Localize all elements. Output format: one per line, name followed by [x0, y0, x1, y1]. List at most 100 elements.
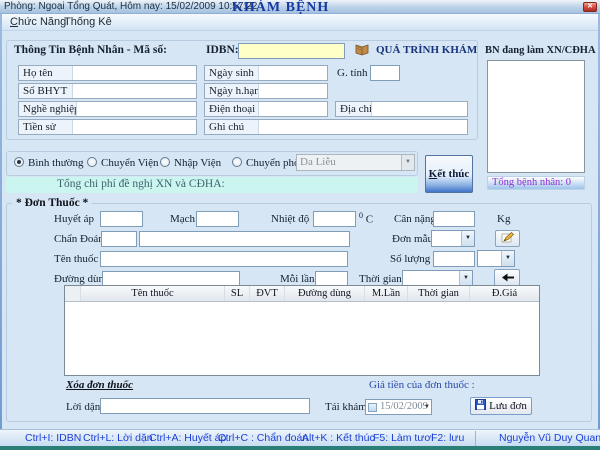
ngay-sinh-input[interactable] — [259, 66, 327, 80]
kg-label: Kg — [497, 213, 510, 225]
revisit-date-value: 15/02/2009 — [380, 401, 428, 412]
user-name: Nguyễn Vũ Duy Quang — [499, 432, 600, 444]
chevron-down-icon: ▼ — [501, 251, 514, 266]
ket-thuc-button[interactable]: Kết thúc — [425, 155, 473, 193]
total-patients-badge: Tổng bệnh nhân: 0 — [487, 176, 585, 190]
add-medicine-button[interactable] — [494, 269, 520, 286]
close-icon: ✕ — [587, 3, 593, 10]
nghe-nghiep-label: Nghề nghiệp — [19, 102, 77, 116]
chevron-down-icon: ▼ — [401, 155, 414, 170]
radio-chuyen-phong[interactable] — [232, 157, 242, 167]
status-bar-divider — [475, 431, 476, 446]
ghi-chu-label: Ghi chú — [205, 120, 259, 134]
chan-doan-input[interactable] — [139, 231, 350, 247]
shortcut-lam-tuoi: F5: Làm tươi — [373, 432, 434, 444]
col-thoi-gian[interactable]: Thời gian — [408, 286, 470, 301]
col-m-lan[interactable]: M.Lần — [365, 286, 408, 301]
shortcut-idbn: Ctrl+I: IDBN — [25, 432, 81, 444]
book-icon — [354, 43, 370, 61]
mach-input[interactable] — [196, 211, 239, 227]
col-d-gia[interactable]: Đ.Giá — [470, 286, 539, 301]
don-mau-select[interactable]: ▼ — [431, 230, 475, 247]
edit-template-button[interactable] — [495, 230, 520, 247]
field-dien-thoai[interactable]: Điện thoại — [204, 101, 328, 117]
field-ghi-chu[interactable]: Ghi chú — [204, 119, 468, 135]
menu-bar: Chức Năng Thống Kê — [2, 14, 598, 31]
page-title: KHÁM BỆNH — [232, 0, 329, 16]
xoa-don-thuoc-link[interactable]: Xóa đơn thuốc — [66, 379, 133, 391]
dien-thoai-label: Điện thoại — [205, 102, 259, 116]
col-dvt[interactable]: ĐVT — [250, 286, 285, 301]
close-button[interactable]: ✕ — [583, 2, 597, 12]
shortcut-loi-dan: Ctrl+L: Lời dặn — [83, 432, 153, 444]
gioi-tinh-label: G. tính — [337, 67, 368, 79]
don-vi-select[interactable]: ▼ — [477, 250, 515, 267]
loi-dan-label: Lời dặn — [66, 401, 100, 413]
right-panel-header: BN đang làm XN/CĐHA — [485, 45, 596, 56]
radio-binh-thuong[interactable] — [14, 157, 24, 167]
ten-thuoc-label: Tên thuốc — [54, 253, 98, 265]
radio-chuyen-vien[interactable] — [87, 157, 97, 167]
field-ngay-sinh[interactable]: Ngày sinh — [204, 65, 328, 81]
kham-benh-window: Phòng: Ngoại Tổng Quát, Hôm nay: 15/02/2… — [0, 0, 600, 450]
nhiet-do-input[interactable] — [313, 211, 356, 227]
chan-doan-code-input[interactable] — [101, 231, 137, 247]
tien-su-input[interactable] — [73, 120, 196, 134]
col-duong-dung[interactable]: Đường dùng — [285, 286, 365, 301]
field-ho-ten[interactable]: Họ tên — [18, 65, 197, 81]
ghi-chu-input[interactable] — [259, 120, 467, 134]
qua-trinh-kham-link[interactable]: QUÁ TRÌNH KHÁM — [376, 44, 477, 56]
total-cost-label: Tổng chi phí đề nghị XN và CĐHA: — [57, 178, 225, 190]
total-cost-bar: Tổng chi phí đề nghị XN và CĐHA: — [6, 177, 418, 193]
prescription-title: * Đơn Thuốc * — [12, 197, 92, 209]
dia-chi-input[interactable] — [372, 102, 467, 116]
col-sl[interactable]: SL — [225, 286, 250, 301]
can-nang-input[interactable] — [433, 211, 475, 227]
don-mau-label: Đơn mẫu — [392, 233, 433, 245]
menu-thong-ke[interactable]: Thống Kê — [64, 16, 112, 28]
field-ngay-h-han[interactable]: Ngày h.hạn — [204, 83, 328, 99]
radio-nhap-vien[interactable] — [160, 157, 170, 167]
ten-thuoc-input[interactable] — [100, 251, 348, 267]
radio-chuyen-vien-label: Chuyển Viện — [101, 157, 159, 169]
ho-ten-label: Họ tên — [19, 66, 73, 80]
ngay-h-han-label: Ngày h.hạn — [205, 84, 259, 98]
ngay-sinh-label: Ngày sinh — [205, 66, 259, 80]
room-select[interactable]: Da Liễu ▼ — [296, 154, 415, 171]
huyet-ap-input[interactable] — [100, 211, 143, 227]
so-bhyt-input[interactable] — [73, 84, 196, 98]
ngay-h-han-input[interactable] — [259, 84, 327, 98]
shortcut-luu: F2: lưu — [431, 432, 464, 444]
so-luong-input[interactable] — [433, 251, 475, 267]
ho-ten-input[interactable] — [73, 66, 196, 80]
medicines-table[interactable]: Tên thuốc SL ĐVT Đường dùng M.Lần Thời g… — [64, 285, 540, 376]
idbn-input[interactable] — [238, 43, 345, 59]
patients-xn-cdha-list[interactable] — [487, 60, 585, 173]
tai-kham-datepicker[interactable]: 15/02/2009 ▼ — [365, 399, 432, 415]
field-nghe-nghiep[interactable]: Nghề nghiệp — [18, 101, 197, 117]
can-nang-label: Cân nặng — [394, 213, 436, 225]
menu-chuc-nang[interactable]: Chức Năng — [10, 16, 66, 28]
gioi-tinh-input[interactable] — [370, 65, 400, 81]
field-dia-chi[interactable]: Địa chỉ — [335, 101, 468, 117]
nghe-nghiep-input[interactable] — [77, 102, 196, 116]
thoi-gian-label: Thời gian — [359, 273, 402, 285]
gia-tien-label: Giá tiền của đơn thuốc : — [369, 379, 475, 391]
dien-thoai-input[interactable] — [259, 102, 327, 116]
field-so-bhyt[interactable]: Số BHYT — [18, 83, 197, 99]
radio-binh-thuong-label: Bình thường — [28, 157, 83, 169]
loi-dan-input[interactable] — [100, 398, 310, 414]
medicines-table-header: Tên thuốc SL ĐVT Đường dùng M.Lần Thời g… — [65, 286, 539, 302]
arrow-left-icon — [500, 269, 515, 287]
shortcut-ket-thuc: Alt+K : Kết thúc — [302, 432, 375, 444]
so-bhyt-label: Số BHYT — [19, 84, 73, 98]
dia-chi-label: Địa chỉ — [336, 102, 372, 116]
moi-lan-label: Mỗi lần — [280, 273, 315, 285]
col-ten-thuoc[interactable]: Tên thuốc — [81, 286, 225, 301]
checkbox-icon[interactable] — [368, 403, 377, 412]
luu-don-button[interactable]: Lưu đơn — [470, 397, 532, 415]
chan-doan-label: Chẩn Đoán — [54, 233, 104, 245]
idbn-label: IDBN: — [206, 44, 239, 56]
field-tien-su[interactable]: Tiền sử — [18, 119, 197, 135]
room-select-value: Da Liễu — [300, 156, 399, 168]
